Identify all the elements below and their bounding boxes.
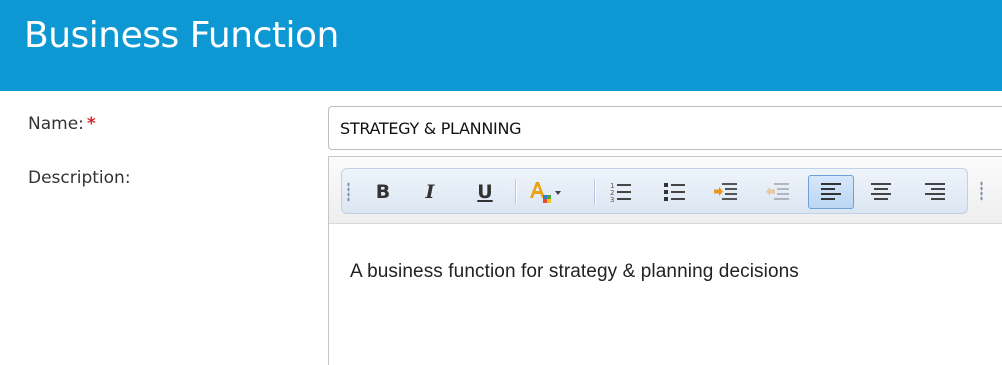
decrease-indent-button[interactable]: [763, 177, 793, 207]
underline-button[interactable]: U: [470, 177, 500, 207]
toolbar-grip-icon[interactable]: [347, 182, 350, 202]
name-label: Name: *: [28, 114, 96, 134]
description-text[interactable]: A business function for strategy & plann…: [350, 261, 799, 283]
description-editor[interactable]: B I U 1 2 3 A business function for stra…: [328, 156, 1002, 365]
editor-toolbar-strip: B I U 1 2 3: [329, 157, 1002, 224]
italic-button[interactable]: I: [415, 177, 445, 207]
align-right-icon: [925, 183, 945, 200]
bulleted-list-icon: [664, 183, 685, 201]
svg-text:3: 3: [610, 196, 614, 204]
align-left-icon: [821, 183, 841, 200]
align-left-button[interactable]: [808, 175, 854, 209]
increase-indent-button[interactable]: [711, 177, 741, 207]
align-center-button[interactable]: [866, 177, 896, 207]
align-center-icon: [871, 183, 891, 200]
numbered-list-icon: 1 2 3: [610, 182, 631, 204]
required-marker: *: [86, 114, 96, 134]
page-title: Business Function: [24, 15, 339, 56]
name-label-text: Name:: [28, 114, 84, 134]
align-right-button[interactable]: [920, 177, 950, 207]
outdent-icon: [766, 183, 789, 200]
toolbar-separator: [594, 179, 595, 205]
font-color-icon: [530, 182, 561, 203]
editor-toolbar: B I U 1 2 3: [341, 168, 968, 214]
font-color-button[interactable]: [525, 177, 567, 207]
name-input[interactable]: STRATEGY & PLANNING: [328, 106, 1002, 150]
description-label: Description:: [28, 168, 131, 188]
bulleted-list-button[interactable]: [660, 177, 690, 207]
bold-button[interactable]: B: [368, 177, 398, 207]
numbered-list-button[interactable]: 1 2 3: [606, 177, 636, 207]
page-header: Business Function: [0, 0, 1002, 91]
indent-icon: [714, 183, 737, 200]
toolbar-grip-icon[interactable]: [980, 181, 983, 201]
toolbar-separator: [515, 179, 516, 205]
